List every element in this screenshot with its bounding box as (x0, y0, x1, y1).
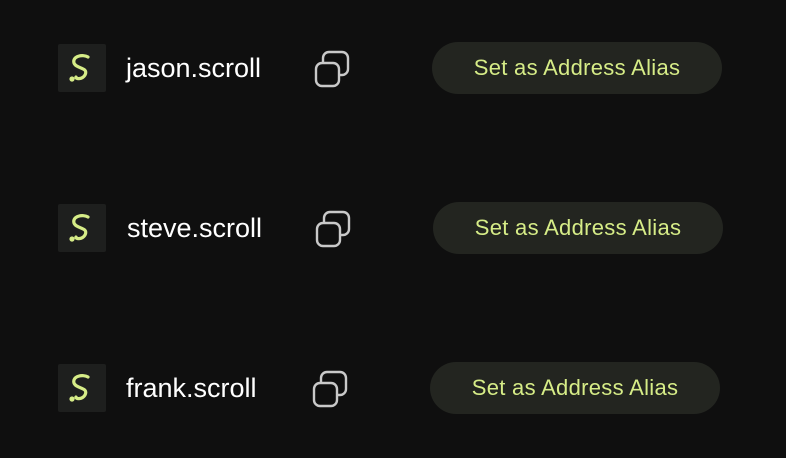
copy-icon[interactable] (311, 369, 351, 409)
name-row: steve.scroll Set as Address Alias (0, 200, 786, 256)
name-label: jason.scroll (126, 53, 262, 83)
scroll-logo-icon (58, 364, 106, 412)
set-address-alias-button[interactable]: Set as Address Alias (430, 362, 720, 414)
name-label: steve.scroll (127, 213, 263, 243)
name-label: frank.scroll (126, 373, 257, 403)
copy-icon[interactable] (313, 49, 353, 89)
name-row: frank.scroll Set as Address Alias (0, 360, 786, 416)
set-address-alias-button[interactable]: Set as Address Alias (433, 202, 723, 254)
set-address-alias-button[interactable]: Set as Address Alias (432, 42, 722, 94)
scroll-logo-icon (58, 44, 106, 92)
name-row: jason.scroll Set as Address Alias (0, 40, 786, 96)
scroll-logo-icon (58, 204, 106, 252)
copy-icon[interactable] (314, 209, 354, 249)
